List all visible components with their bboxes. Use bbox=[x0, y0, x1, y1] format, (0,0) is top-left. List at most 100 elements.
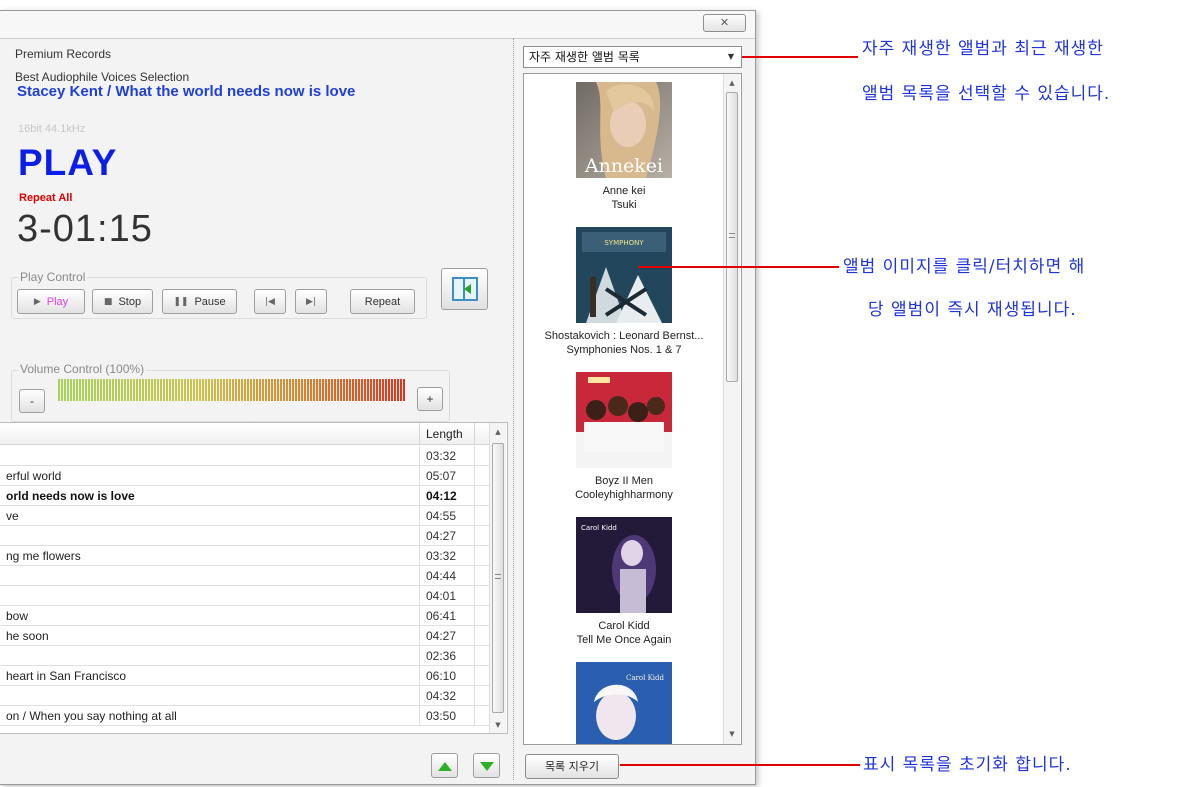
track-row[interactable]: 04:32 bbox=[0, 686, 489, 706]
track-length: 05:07 bbox=[419, 466, 475, 486]
panel-splitter[interactable] bbox=[513, 38, 514, 780]
track-length: 03:32 bbox=[419, 446, 475, 466]
callout-cover-line2: 당 앨범이 즉시 재생됩니다. bbox=[868, 300, 1077, 320]
column-header-length[interactable]: Length bbox=[419, 423, 475, 445]
track-length: 02:36 bbox=[419, 646, 475, 666]
play-state: PLAY bbox=[18, 142, 118, 183]
track-row[interactable]: on / When you say nothing at all 03:50 bbox=[0, 706, 489, 726]
title-bar: ✕ bbox=[0, 11, 755, 39]
play-icon: ▶ bbox=[33, 296, 41, 307]
arrow-up-icon bbox=[438, 762, 452, 771]
chevron-down-icon: ▼ bbox=[727, 52, 735, 61]
album-cover[interactable]: SYMPHONY bbox=[576, 227, 672, 323]
scrollbar-thumb[interactable] bbox=[726, 92, 738, 382]
track-title: orld needs now is love bbox=[6, 489, 135, 503]
track-row[interactable]: ng me flowers 03:32 bbox=[0, 546, 489, 566]
play-button[interactable]: ▶ Play bbox=[17, 289, 85, 314]
track-row[interactable]: 03:32 bbox=[0, 446, 489, 466]
volume-level-bar[interactable] bbox=[58, 379, 406, 401]
pause-icon: ❚❚ bbox=[173, 296, 189, 307]
stop-button[interactable]: ■ Stop bbox=[92, 289, 153, 314]
scroll-up-icon[interactable]: ▲ bbox=[724, 75, 740, 91]
pause-label: Pause bbox=[194, 295, 226, 308]
callout-cover-line1: 앨범 이미지를 클릭/터치하면 해 bbox=[843, 257, 1086, 277]
track-title: ng me flowers bbox=[6, 549, 81, 563]
track-length: 04:32 bbox=[419, 686, 475, 706]
callout-line-select bbox=[742, 56, 858, 58]
previous-track-button[interactable]: |◀ bbox=[254, 289, 286, 314]
callout-clear: 표시 목록을 초기화 합니다. bbox=[863, 755, 1072, 775]
close-button[interactable]: ✕ bbox=[703, 14, 746, 32]
scrollbar-thumb[interactable] bbox=[492, 443, 504, 713]
elapsed-time: 3-01:15 bbox=[17, 208, 153, 250]
track-row[interactable]: 04:01 bbox=[0, 586, 489, 606]
track-row[interactable]: 04:27 bbox=[0, 526, 489, 546]
album-title: Tsuki bbox=[611, 199, 637, 211]
repeat-button[interactable]: Repeat bbox=[350, 289, 415, 314]
play-label: Play bbox=[46, 295, 69, 308]
track-row[interactable]: he soon 04:27 bbox=[0, 626, 489, 646]
track-row[interactable]: 04:44 bbox=[0, 566, 489, 586]
album-cover[interactable] bbox=[576, 372, 672, 468]
panel-collapse-icon bbox=[452, 277, 478, 301]
volume-down-button[interactable]: - bbox=[19, 389, 45, 413]
skip-forward-icon: ▶| bbox=[306, 296, 316, 307]
track-length: 04:44 bbox=[419, 566, 475, 586]
album-cover[interactable]: Annekei bbox=[576, 82, 672, 178]
track-row[interactable]: 02:36 bbox=[0, 646, 489, 666]
move-down-button[interactable] bbox=[473, 753, 500, 778]
callout-select-line1: 자주 재생한 앨범과 최근 재생한 bbox=[862, 39, 1104, 59]
track-row[interactable]: bow 06:41 bbox=[0, 606, 489, 626]
track-list-scrollbar[interactable]: ▲ ▼ bbox=[489, 423, 506, 733]
album-list-select[interactable]: 자주 재생한 앨범 목록 ▼ bbox=[523, 46, 742, 68]
track-title: ve bbox=[6, 509, 19, 523]
close-icon: ✕ bbox=[719, 16, 730, 29]
album-list-select-value: 자주 재생한 앨범 목록 bbox=[529, 50, 640, 64]
scroll-down-icon[interactable]: ▼ bbox=[724, 726, 740, 742]
album-list-scrollbar[interactable]: ▲ ▼ bbox=[723, 74, 740, 744]
panel-toggle-button[interactable] bbox=[441, 268, 488, 310]
track-length: 04:12 bbox=[419, 486, 475, 506]
callout-select-line2: 앨범 목록을 선택할 수 있습니다. bbox=[862, 84, 1111, 104]
album-item[interactable]: Annekei Anne kei Tsuki bbox=[524, 82, 724, 212]
clear-list-button[interactable]: 목록 지우기 bbox=[525, 754, 619, 779]
album-title: Tell Me Once Again bbox=[576, 634, 672, 646]
scroll-down-icon[interactable]: ▼ bbox=[490, 717, 506, 733]
volume-up-button[interactable]: + bbox=[417, 387, 443, 411]
album-artist: Carol Kidd bbox=[598, 620, 650, 632]
callout-line-cover bbox=[638, 266, 839, 268]
track-list: Length 03:32 erful world 05:07 orld needs n… bbox=[0, 422, 508, 734]
arrow-down-icon bbox=[480, 762, 494, 771]
album-artist: Shostakovich : Leonard Bernst... bbox=[544, 330, 704, 342]
minus-icon: - bbox=[30, 394, 34, 408]
track-title: heart in San Francisco bbox=[6, 669, 127, 683]
track-row[interactable]: erful world 05:07 bbox=[0, 466, 489, 486]
track-length: 04:27 bbox=[419, 626, 475, 646]
album-item[interactable]: Carol Kidd bbox=[524, 662, 724, 744]
track-length: 04:01 bbox=[419, 586, 475, 606]
repeat-mode: Repeat All bbox=[19, 192, 73, 204]
album-title: Symphonies Nos. 1 & 7 bbox=[566, 344, 682, 356]
volume-control-title: Volume Control (100%) bbox=[18, 362, 147, 376]
album-item[interactable]: SYMPHONY Shostakovich : Leonard Bernst..… bbox=[524, 227, 724, 357]
album-item[interactable]: Carol Kidd Carol Kidd Tell Me Once Again bbox=[524, 517, 724, 647]
track-row[interactable]: orld needs now is love 04:12 bbox=[0, 486, 489, 506]
album-cover[interactable]: Carol Kidd bbox=[576, 662, 672, 744]
scroll-up-icon[interactable]: ▲ bbox=[490, 424, 506, 440]
pause-button[interactable]: ❚❚ Pause bbox=[162, 289, 237, 314]
album-name: Best Audiophile Voices Selection bbox=[15, 70, 190, 84]
next-track-button[interactable]: ▶| bbox=[295, 289, 327, 314]
album-cover[interactable]: Carol Kidd bbox=[576, 517, 672, 613]
plus-icon: + bbox=[426, 392, 434, 406]
play-control-title: Play Control bbox=[18, 270, 88, 284]
track-length: 06:41 bbox=[419, 606, 475, 626]
svg-text:Carol Kidd: Carol Kidd bbox=[626, 674, 665, 682]
skip-back-icon: |◀ bbox=[265, 296, 275, 307]
svg-text:Carol Kidd: Carol Kidd bbox=[581, 524, 617, 532]
audio-quality: 16bit 44.1kHz bbox=[18, 123, 86, 135]
move-up-button[interactable] bbox=[431, 753, 458, 778]
album-item[interactable]: Boyz II Men Cooleyhighharmony bbox=[524, 372, 724, 502]
track-row[interactable]: heart in San Francisco 06:10 bbox=[0, 666, 489, 686]
track-row[interactable]: ve 04:55 bbox=[0, 506, 489, 526]
album-title: Cooleyhighharmony bbox=[575, 489, 673, 501]
